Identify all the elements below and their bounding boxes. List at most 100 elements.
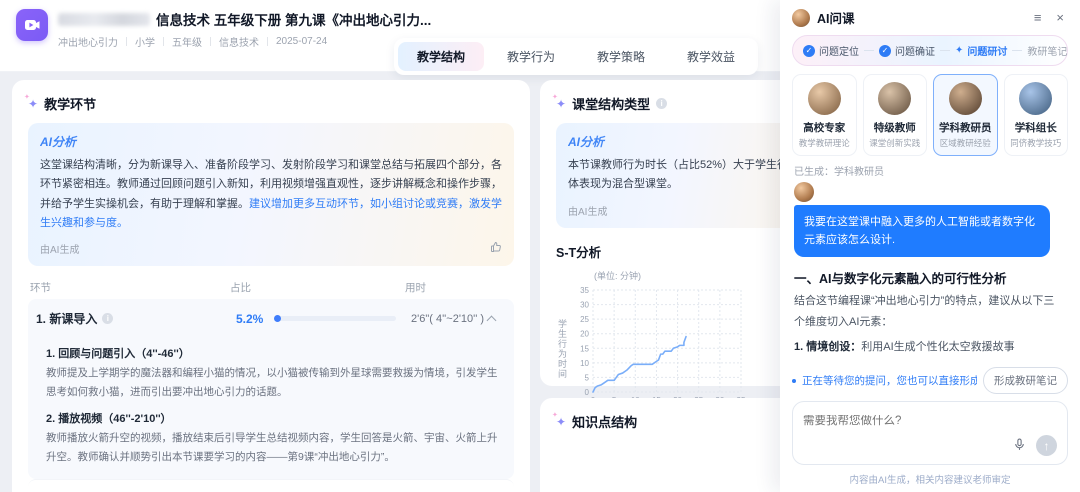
segments-ai-analysis-box: AI分析 这堂课结构清晰，分为新课导入、准备阶段学习、发射阶段学习和课堂总结与拓…: [28, 123, 514, 266]
segments-table: 1. 新课导入 i 5.2% 2'6"( 4''~2'10'' ) 1. 回顾与问…: [28, 299, 514, 492]
detail-text: 教师播放火箭升空的视频，播放结束后引导学生总结视频内容，学生回答是火箭、宇宙、火…: [46, 431, 498, 463]
step-教研笔记: 教研笔记: [1027, 47, 1068, 58]
st-line-chart: 0510152025303505101520253035: [580, 286, 746, 405]
assistant-avatar: [792, 8, 810, 27]
expert-name: 学科组长: [1014, 122, 1057, 134]
svg-text:5: 5: [585, 373, 590, 382]
chat-input[interactable]: [803, 415, 1032, 427]
expert-subtitle: 同侪教学技巧: [1010, 138, 1062, 148]
segments-table-header: 环节 占比 用时: [30, 282, 426, 294]
generated-by-label: 由AI生成: [40, 245, 80, 256]
svg-text:0: 0: [585, 388, 590, 397]
analysis-tabs: 教学结构 教学行为 教学策略 教学效益: [394, 38, 759, 75]
page: 信息技术 五年级下册 第九课《冲出地心引力... 冲出地心引力 小学 五年级 信息技术…: [0, 0, 1080, 492]
expert-name: 特级教师: [873, 122, 916, 134]
sparkle-icon: ✦: [24, 94, 38, 110]
step-问题确证: ✓ 问题确证: [879, 43, 935, 58]
page-title: 信息技术 五年级下册 第九课《冲出地心引力...: [156, 13, 432, 28]
app-logo-icon[interactable]: [16, 9, 48, 41]
segment-percent: 5.2%: [236, 311, 264, 326]
check-icon: ✓: [803, 44, 815, 57]
chat-input-box[interactable]: ↑: [792, 401, 1068, 465]
lesson-tag: 五年级: [172, 38, 202, 49]
step-connector: [864, 50, 874, 51]
lesson-tag: 信息技术: [219, 38, 259, 49]
tab-教学策略[interactable]: 教学策略: [578, 42, 664, 71]
thumbs-up-icon[interactable]: [490, 241, 502, 256]
chevron-icon[interactable]: [486, 315, 497, 326]
tab-教学行为[interactable]: 教学行为: [488, 42, 574, 71]
tag-divider: [163, 37, 164, 46]
expert-name: 学科教研员: [939, 122, 992, 134]
segments-ai-text: 这堂课结构清晰，分为新课导入、准备阶段学习、发射阶段学习和课堂总结与拓展四个部分…: [40, 159, 502, 229]
expert-card-学科教研员[interactable]: 学科教研员 区域教研经验: [933, 74, 998, 156]
generated-status-line: 已生成：学科教研员: [794, 167, 884, 178]
expert-subtitle: 教学教研理论: [798, 138, 850, 148]
answer-heading-1: 一、AI与数字化元素融入的可行性分析: [794, 272, 1007, 287]
status-row: 正在等待您的提问，您也可以直接形成教研笔记... 形成教研笔记: [792, 367, 1068, 394]
lesson-tag: 冲出地心引力: [58, 38, 118, 49]
ai-analysis-label: AI分析: [568, 133, 812, 150]
expert-card-学科组长[interactable]: 学科组长 同侪教学技巧: [1003, 74, 1068, 156]
create-note-button[interactable]: 形成教研笔记: [983, 367, 1068, 394]
chart-y-axis-label: 学生行为时间: [557, 318, 567, 379]
video-camera-icon: [25, 20, 40, 30]
tab-教学效益[interactable]: 教学效益: [668, 42, 754, 71]
expert-card-特级教师[interactable]: 特级教师 课堂创新实践: [862, 74, 927, 156]
workflow-stepper: ✓ 问题定位 ✓ 问题确证 ✦ 问题研讨 教研笔记: [792, 35, 1068, 66]
lesson-tags: 冲出地心引力 小学 五年级 信息技术 2025-07-24: [58, 34, 431, 49]
step-问题研讨: ✦ 问题研讨: [955, 45, 1008, 58]
status-dot-icon: [792, 378, 796, 383]
detail-text: 教师提及上学期学的魔法器和编程小猫的情况，以小猫被传输到外星球需要救援为情境，引…: [46, 367, 498, 398]
segment-row-header[interactable]: 1. 新课导入 i 5.2% 2'6"( 4''~2'10'' ): [28, 299, 514, 331]
expert-card-高校专家[interactable]: 高校专家 教学教研理论: [792, 74, 857, 156]
answer-item: 1. 情境创设：利用AI生成个性化太空救援故事: [794, 340, 1015, 353]
chat-header: AI问课 ≡ ×: [780, 0, 1080, 33]
info-icon[interactable]: i: [656, 98, 668, 109]
segment-row: 2. 准备阶段学习i 42.8% 17'21"( 2'10''~19'31'' …: [28, 478, 514, 492]
expert-name: 高校专家: [803, 122, 846, 134]
svg-text:10: 10: [580, 358, 589, 367]
detail-title: 2. 播放视频（46''-2'10''）: [46, 412, 172, 425]
send-button[interactable]: ↑: [1036, 435, 1057, 456]
expert-selector: 高校专家 教学教研理论 特级教师 课堂创新实践 学科教研员 区域教研经验 学科组…: [792, 74, 1068, 156]
answer-items: 1. 情境创设：利用AI生成个性化太空救援故事2. 编程辅助：引入AI代码助手优…: [794, 339, 1058, 361]
expert-avatar: [807, 82, 841, 115]
generated-by-label: 由AI生成: [568, 206, 608, 218]
microphone-icon[interactable]: [1013, 438, 1026, 454]
sparkle-icon: ✦: [552, 94, 566, 110]
expert-avatar: [878, 82, 912, 115]
redacted-school-name: [58, 12, 150, 26]
svg-text:15: 15: [580, 344, 589, 353]
segments-card-title: ✦ 教学环节: [24, 94, 514, 113]
lesson-tag: 2025-07-24: [276, 36, 328, 47]
brand: 信息技术 五年级下册 第九课《冲出地心引力... 冲出地心引力 小学 五年级 信息技术…: [16, 9, 431, 49]
ai-answer: 一、AI与数字化元素融入的可行性分析 结合这节编程课“冲出地心引力”的特点，建议…: [794, 268, 1066, 361]
tag-divider: [126, 37, 127, 46]
step-connector: [940, 50, 950, 51]
svg-text:30: 30: [580, 300, 589, 309]
segment-row-header[interactable]: 2. 准备阶段学习i 42.8% 17'21"( 2'10''~19'31'' …: [28, 480, 514, 492]
knowledge-title-text: 知识点结构: [572, 415, 638, 430]
expert-avatar: [1019, 82, 1053, 115]
expert-avatar: [948, 82, 982, 115]
detail-title: 1. 回顾与问题引入（4''-46''）: [46, 348, 190, 360]
percent-bar: [274, 315, 396, 322]
structure-ai-line2: 体表现为混合型课堂。: [568, 178, 678, 191]
lesson-tag: 小学: [135, 38, 155, 49]
user-message-bubble: 我要在这堂课中融入更多的人工智能或者数字化元素应该怎么设计.: [794, 205, 1050, 258]
structure-title-text: 课堂结构类型: [572, 97, 651, 112]
ai-chat-panel: AI问课 ≡ × ✓ 问题定位 ✓ 问题确证 ✦ 问题研讨 教研笔记 高校专家 教学教研理论…: [780, 0, 1080, 492]
answer-paragraph: 结合这节编程课“冲出地心引力”的特点，建议从以下三个维度切入AI元素：: [794, 295, 1055, 328]
svg-text:35: 35: [580, 286, 589, 295]
ai-analysis-label: AI分析: [40, 133, 502, 150]
info-icon[interactable]: i: [102, 313, 114, 324]
expert-subtitle: 课堂创新实践: [869, 138, 921, 148]
tag-divider: [210, 37, 211, 46]
menu-icon[interactable]: ≡: [1030, 8, 1046, 27]
close-icon[interactable]: ×: [1052, 8, 1068, 27]
tab-教学结构[interactable]: 教学结构: [398, 42, 485, 71]
step-问题定位: ✓ 问题定位: [803, 43, 859, 58]
segment-time: 2'6"( 4''~2'10'' ): [411, 312, 485, 325]
star-icon: ✦: [955, 45, 964, 56]
